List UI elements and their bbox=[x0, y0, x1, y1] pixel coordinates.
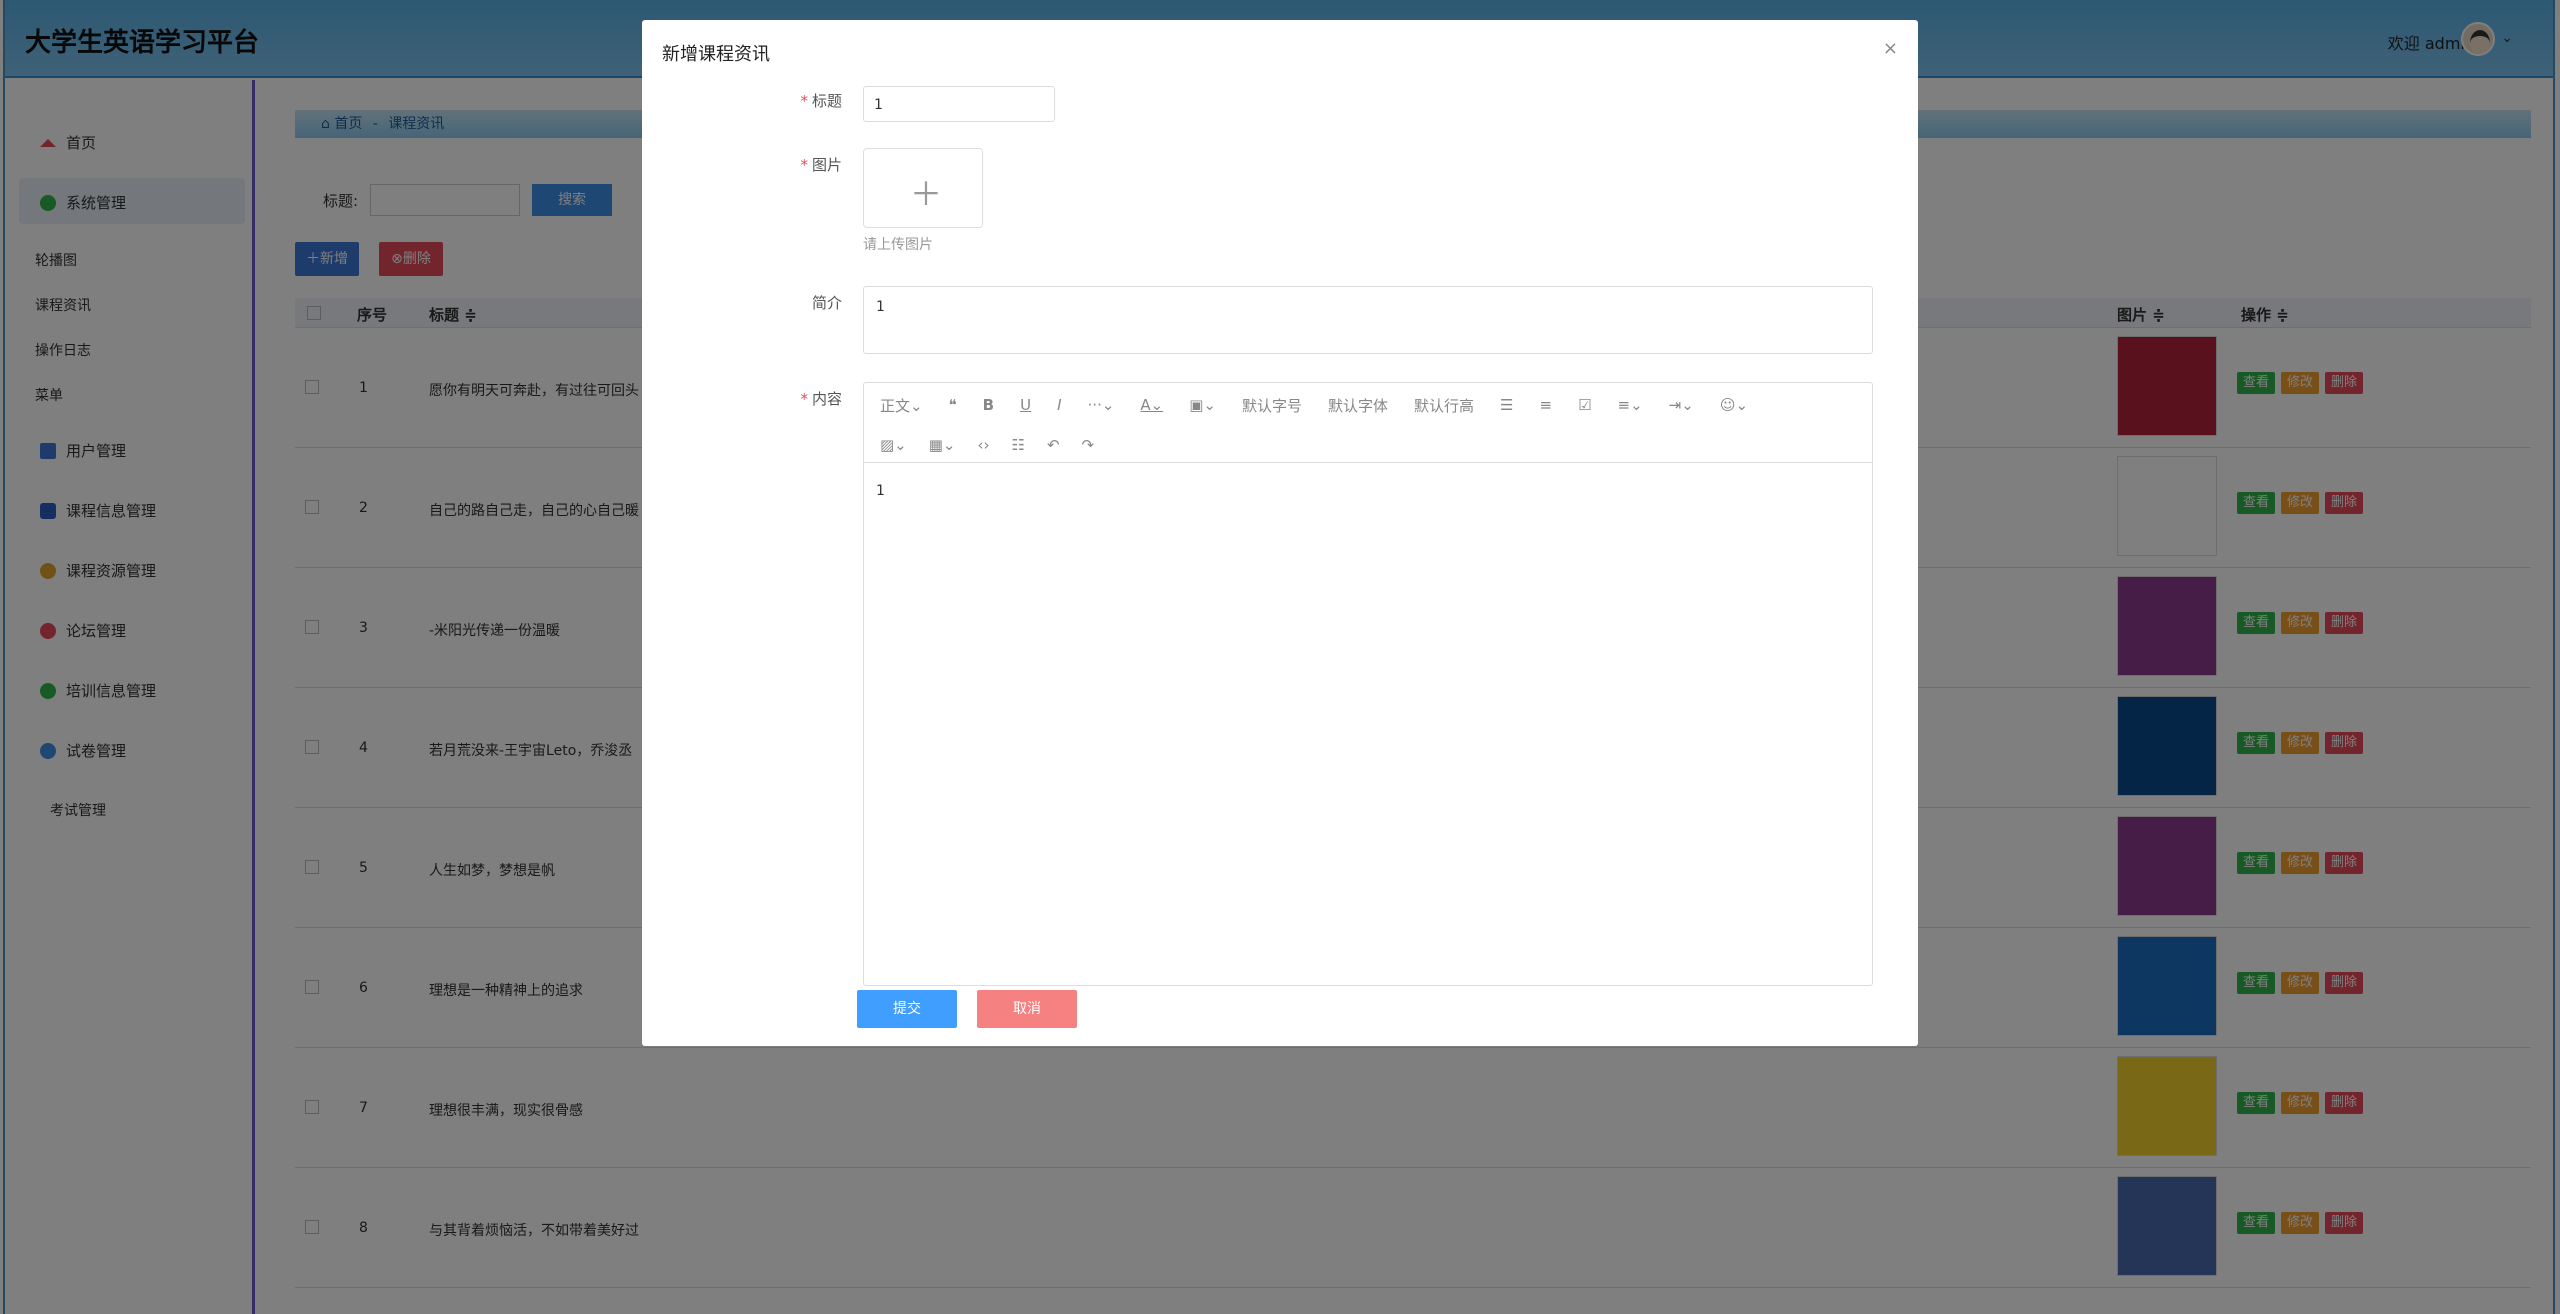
emoji-icon[interactable]: ☺⌄ bbox=[1720, 396, 1748, 414]
italic-icon[interactable]: I bbox=[1057, 396, 1061, 414]
intro-label: 简介 bbox=[811, 294, 842, 312]
redo-icon[interactable]: ↷ bbox=[1082, 436, 1095, 454]
code-icon[interactable]: ‹› bbox=[978, 436, 990, 454]
paragraph-label: 正文 bbox=[880, 396, 911, 415]
cancel-button[interactable]: 取消 bbox=[977, 990, 1077, 1028]
title-label: * 标题 bbox=[800, 92, 842, 110]
close-icon[interactable]: × bbox=[1883, 38, 1898, 59]
dialog-title: 新增课程资讯 bbox=[662, 44, 770, 65]
font-family-select[interactable]: 默认字体 bbox=[1328, 395, 1388, 416]
plus-icon: ＋ bbox=[910, 175, 943, 213]
rich-text-editor: 正文⌄ ❝ B U I ···⌄ A⌄ ▣⌄ 默认字号 默认字体 默认行高 ☰ … bbox=[863, 382, 1873, 986]
title-label-text: 标题 bbox=[811, 92, 842, 110]
font-color-icon[interactable]: A⌄ bbox=[1140, 396, 1163, 414]
content-label: * 内容 bbox=[800, 390, 842, 408]
quote-icon[interactable]: ❝ bbox=[949, 396, 957, 414]
bg-color-icon[interactable]: ▣⌄ bbox=[1189, 396, 1216, 414]
align-icon[interactable]: ≡⌄ bbox=[1618, 396, 1643, 414]
bold-icon[interactable]: B bbox=[983, 396, 994, 414]
table-icon[interactable]: ▦⌄ bbox=[929, 436, 956, 454]
content-label-text: 内容 bbox=[811, 390, 842, 408]
font-size-select[interactable]: 默认字号 bbox=[1242, 395, 1302, 416]
more-icon[interactable]: ···⌄ bbox=[1088, 396, 1115, 414]
todo-icon[interactable]: ☑ bbox=[1578, 396, 1591, 414]
numbered-list-icon[interactable]: ≡ bbox=[1540, 396, 1553, 414]
title-input[interactable]: 1 bbox=[863, 86, 1055, 122]
bullet-list-icon[interactable]: ☰ bbox=[1500, 396, 1513, 414]
submit-button[interactable]: 提交 bbox=[857, 990, 957, 1028]
intro-textarea[interactable]: 1 bbox=[863, 286, 1873, 354]
underline-icon[interactable]: U bbox=[1020, 396, 1031, 414]
paragraph-select[interactable]: 正文⌄ bbox=[880, 395, 923, 416]
image-icon[interactable]: ▨⌄ bbox=[880, 436, 907, 454]
image-label-text: 图片 bbox=[811, 156, 842, 174]
add-news-dialog: 新增课程资讯 × * 标题 1 * 图片 ＋ 请上传图片 简介 1 * 内容 正文⌄ … bbox=[642, 20, 1918, 1046]
undo-icon[interactable]: ↶ bbox=[1047, 436, 1060, 454]
image-upload[interactable]: ＋ bbox=[863, 148, 983, 228]
divider-icon[interactable]: ☷ bbox=[1012, 436, 1025, 454]
indent-icon[interactable]: ⇥⌄ bbox=[1669, 396, 1694, 414]
editor-toolbar: 正文⌄ ❝ B U I ···⌄ A⌄ ▣⌄ 默认字号 默认字体 默认行高 ☰ … bbox=[864, 383, 1872, 463]
editor-content[interactable]: 1 bbox=[876, 483, 885, 499]
upload-tip: 请上传图片 bbox=[863, 237, 933, 253]
line-height-select[interactable]: 默认行高 bbox=[1414, 395, 1474, 416]
image-label: * 图片 bbox=[800, 156, 842, 174]
